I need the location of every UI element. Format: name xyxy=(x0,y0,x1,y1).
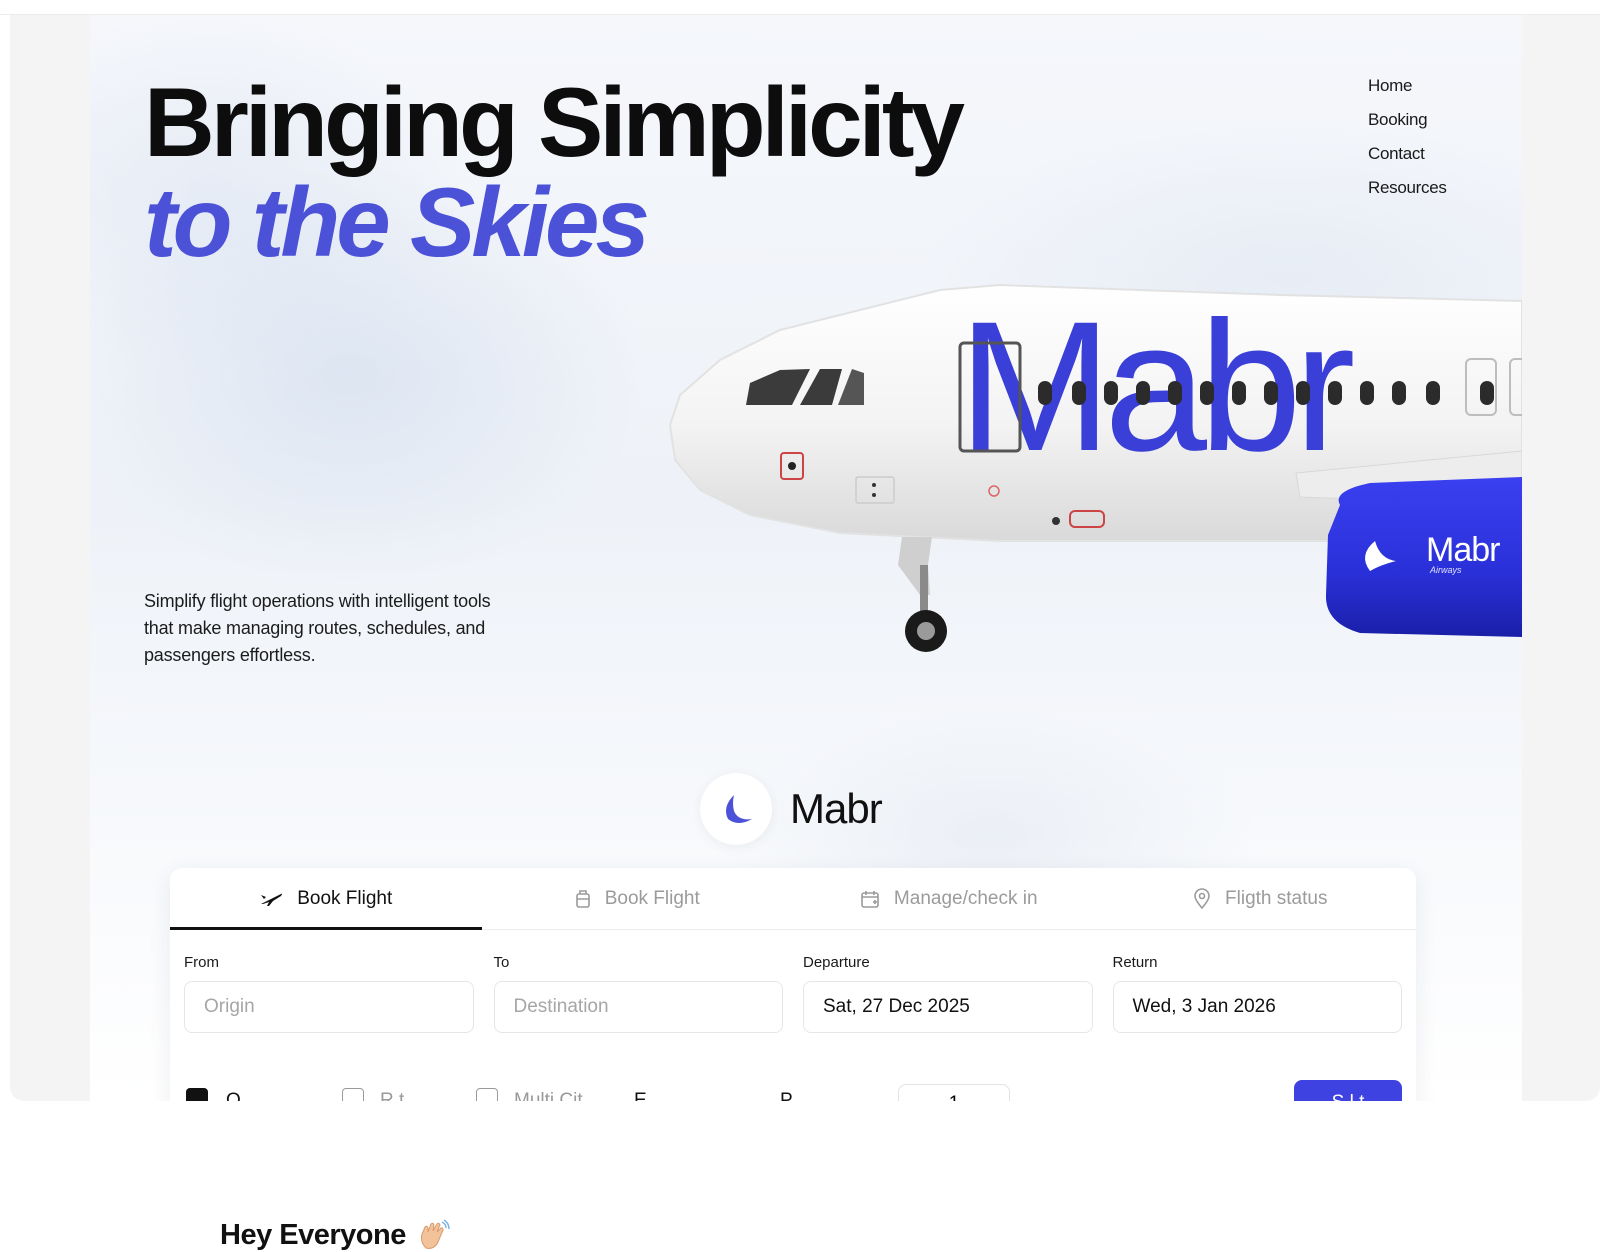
booking-tabs: Book Flight Book Flight Manage/check in xyxy=(170,868,1416,930)
svg-text:Mabr: Mabr xyxy=(958,284,1353,490)
multi-city-checkbox[interactable] xyxy=(476,1088,498,1101)
livery-text: Mabr xyxy=(958,284,1361,490)
nav-item-home[interactable]: Home xyxy=(1368,69,1447,103)
one-way-label: O xyxy=(226,1090,241,1101)
location-pin-icon xyxy=(1193,887,1211,910)
luggage-icon xyxy=(575,889,591,909)
multi-city-label: Multi Cit xyxy=(514,1090,583,1101)
from-field-group: From xyxy=(184,954,474,1033)
to-label: To xyxy=(493,954,510,971)
brand-logo: Mabr xyxy=(700,771,883,847)
trip-options: O R t Multi Cit E P 1 S l t xyxy=(186,1078,1402,1101)
main-nav: Home Booking Contact Resources xyxy=(1368,69,1447,205)
round-trip-checkbox[interactable] xyxy=(342,1088,364,1101)
airplane-icon xyxy=(259,890,283,908)
hero-description: Simplify flight operations with intellig… xyxy=(144,591,491,665)
greeting-heading: Hey Everyone xyxy=(220,1218,450,1252)
hero-canvas: Bringing Simplicity to the Skies Home Bo… xyxy=(90,15,1522,1101)
tab-flight-status[interactable]: Fligth status xyxy=(1105,868,1417,929)
passengers-label: P xyxy=(780,1090,793,1101)
search-button[interactable]: S l t xyxy=(1294,1080,1402,1101)
calendar-icon xyxy=(860,889,880,909)
waving-hand-icon xyxy=(416,1218,450,1252)
hero-title-line2: to the Skies xyxy=(144,167,650,277)
return-field-group: Return Wed, 3 Jan 2026 xyxy=(1112,954,1402,1033)
tab-book-flight-luggage[interactable]: Book Flight xyxy=(482,868,794,929)
hero-title-line1: Bringing Simplicity xyxy=(144,67,965,177)
return-label: Return xyxy=(1112,954,1158,971)
preview-frame: Bringing Simplicity to the Skies Home Bo… xyxy=(10,15,1600,1101)
departure-date-input[interactable]: Sat, 27 Dec 2025 xyxy=(803,981,1093,1033)
one-way-checkbox[interactable] xyxy=(186,1088,208,1101)
airplane-illustration: Mabr Mabr Airways xyxy=(668,283,1522,652)
destination-input[interactable] xyxy=(513,996,763,1018)
departure-field-group: Departure Sat, 27 Dec 2025 xyxy=(803,954,1093,1033)
from-label: From xyxy=(184,954,219,971)
booking-fields: From To Departure Sat, 27 Dec 2025 Retur… xyxy=(170,954,1416,1033)
return-date-input[interactable]: Wed, 3 Jan 2026 xyxy=(1112,981,1402,1033)
class-select[interactable]: E xyxy=(634,1090,647,1101)
svg-text:Airways: Airways xyxy=(1429,565,1462,575)
passenger-count-stepper[interactable]: 1 xyxy=(898,1084,1010,1101)
nav-item-booking[interactable]: Booking xyxy=(1368,103,1447,137)
svg-text:Mabr: Mabr xyxy=(1426,531,1500,569)
top-divider xyxy=(0,0,1600,15)
tab-book-flight[interactable]: Book Flight xyxy=(170,868,482,930)
hero-title: Bringing Simplicity to the Skies xyxy=(144,67,965,277)
nav-item-contact[interactable]: Contact xyxy=(1368,137,1447,171)
booking-widget: Book Flight Book Flight Manage/check in xyxy=(170,868,1416,1101)
departure-label: Departure xyxy=(803,954,870,971)
greeting-text: Hey Everyone xyxy=(220,1218,406,1251)
nav-item-resources[interactable]: Resources xyxy=(1368,171,1447,205)
engine-logo-text: Mabr Airways xyxy=(1426,531,1501,575)
tab-manage-check-in[interactable]: Manage/check in xyxy=(793,868,1105,929)
to-field-group: To xyxy=(493,954,783,1033)
round-trip-label: R t xyxy=(380,1090,405,1101)
crescent-moon-icon xyxy=(700,773,772,845)
origin-input[interactable] xyxy=(204,996,454,1018)
brand-name: Mabr xyxy=(790,785,883,832)
